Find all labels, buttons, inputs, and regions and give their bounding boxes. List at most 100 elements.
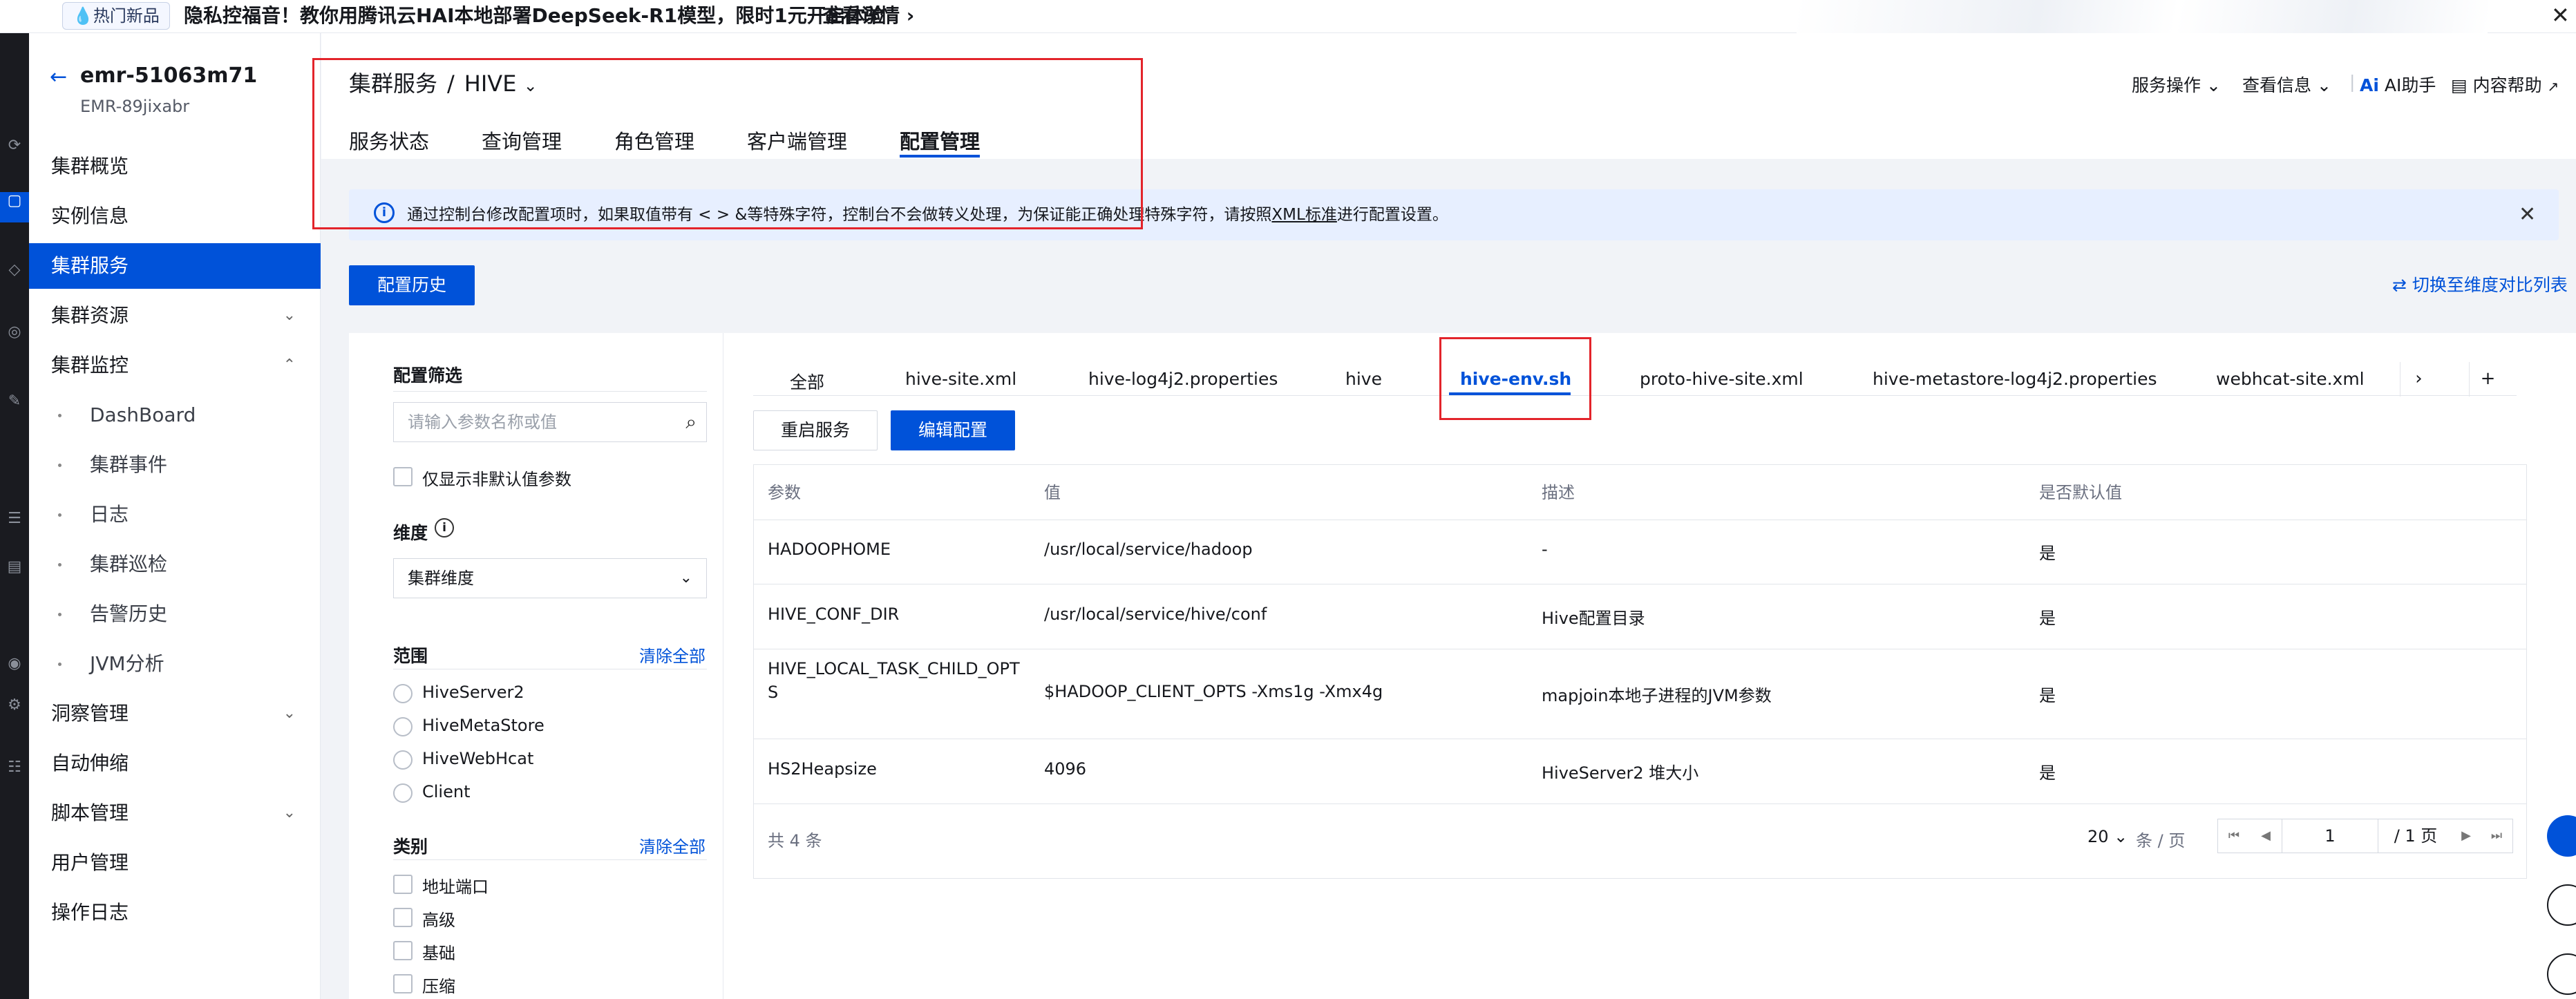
table-cell-desc: Hive配置目录 — [1542, 605, 1645, 629]
page-number-input[interactable]: 1 — [2282, 819, 2378, 853]
first-page-icon[interactable]: ⏮ — [2218, 819, 2250, 853]
non-default-checkbox[interactable] — [393, 467, 413, 486]
back-arrow-icon[interactable]: ← — [50, 65, 67, 89]
sidebar-item-users[interactable]: 用户管理 — [29, 840, 321, 886]
config-table: 参数 值 描述 是否默认值 HADOOPHOME /usr/local/serv… — [753, 464, 2527, 879]
rail-icon[interactable]: ☰ — [0, 510, 29, 531]
file-tab-hive[interactable]: hive — [1345, 369, 1382, 389]
sidebar-item-insight[interactable]: 洞察管理⌄ — [29, 691, 321, 736]
content-help-button[interactable]: ▤ 内容帮助 ↗ — [2451, 72, 2559, 97]
sidebar-item-cluster-resource[interactable]: 集群资源⌄ — [29, 293, 321, 339]
sidebar-item-cluster-service[interactable]: 集群服务 — [29, 243, 321, 289]
dimension-label: 维度 — [393, 520, 428, 544]
table-header — [754, 465, 2526, 520]
chevron-down-icon: ⌄ — [283, 293, 296, 339]
pagination-box: ⏮ ◀ 1 / 1 页 ▶ ⏭ — [2217, 819, 2513, 853]
switch-view-link[interactable]: ⇄ 切换至维度对比列表 — [2392, 272, 2568, 296]
sidebar-item-autoscale[interactable]: 自动伸缩 — [29, 741, 321, 786]
table-cell-desc: mapjoin本地子进程的JVM参数 — [1542, 682, 1772, 706]
total-pages-label: / 1 页 — [2381, 819, 2450, 853]
file-tab-hive-site[interactable]: hive-site.xml — [905, 369, 1016, 389]
sidebar-item-cluster-monitor[interactable]: 集群监控⌃ — [29, 343, 321, 388]
alert-close-icon[interactable]: ✕ — [2519, 189, 2536, 240]
sidebar-item-instance[interactable]: 实例信息 — [29, 193, 321, 239]
rail-icon-active[interactable]: ▢ — [0, 192, 29, 222]
left-rail: ⟳ ▢ ◇ ◎ ✎ ☰ ▤ ◉ ⚙ ☷ — [0, 33, 29, 999]
header-divider: | — [2349, 72, 2355, 92]
table-cell-default: 是 — [2039, 759, 2056, 783]
rail-icon[interactable]: ✎ — [0, 392, 29, 413]
add-tab-icon[interactable]: + — [2469, 362, 2506, 397]
xml-standard-link[interactable]: XML标准 — [1271, 206, 1336, 224]
dimension-value: 集群维度 — [408, 559, 474, 598]
sidebar-sub-dashboard[interactable]: DashBoard — [29, 392, 321, 438]
doc-icon: ▤ — [2451, 75, 2468, 95]
banner-more-link[interactable]: 查看详情 › — [822, 0, 914, 32]
filter-title: 配置筛选 — [393, 362, 462, 387]
next-page-icon[interactable]: ▶ — [2450, 819, 2482, 853]
divider — [393, 391, 707, 392]
rail-icon[interactable]: ◉ — [0, 655, 29, 676]
scope-radio-hiveserver2[interactable] — [393, 684, 413, 703]
sidebar-item-oplog[interactable]: 操作日志 — [29, 890, 321, 935]
file-tab-proto-hive-site[interactable]: proto-hive-site.xml — [1640, 369, 1803, 389]
table-cell-default: 是 — [2039, 540, 2056, 564]
sidebar-sub-alarm-history[interactable]: 告警历史 — [29, 591, 321, 637]
hot-new-tag: 💧热门新品 — [62, 2, 170, 30]
rail-icon[interactable]: ⟳ — [0, 137, 29, 158]
chevron-down-icon: ⌄ — [283, 790, 296, 836]
category-checkbox-address-port[interactable] — [393, 875, 413, 894]
edit-config-button[interactable]: 编辑配置 — [891, 410, 1015, 450]
sidebar-sub-inspection[interactable]: 集群巡检 — [29, 542, 321, 587]
category-checkbox-basic[interactable] — [393, 941, 413, 960]
category-checkbox-advanced[interactable] — [393, 908, 413, 927]
dimension-select[interactable]: 集群维度 ⌄ — [393, 558, 707, 598]
config-history-button[interactable]: 配置历史 — [349, 265, 475, 305]
cluster-id: EMR-89jixabr — [80, 97, 189, 116]
sidebar-item-scripts[interactable]: 脚本管理⌄ — [29, 790, 321, 836]
param-search-input[interactable]: 请输入参数名称或值 ⌕ — [393, 402, 707, 442]
table-cell-param: HS2Heapsize — [768, 759, 877, 779]
sidebar-sub-events[interactable]: 集群事件 — [29, 442, 321, 488]
file-tab-hive-log4j2[interactable]: hive-log4j2.properties — [1088, 369, 1278, 389]
sidebar: ← emr-51063m71 EMR-89jixabr 集群概览 实例信息 集群… — [29, 33, 321, 999]
rail-icon[interactable]: ◎ — [0, 323, 29, 344]
banner-message[interactable]: 隐私控福音！教你用腾讯云HAI本地部署DeepSeek-R1模型，限时1元开启体… — [184, 0, 884, 32]
file-tab-webhcat-site[interactable]: webhcat-site.xml — [2216, 369, 2365, 389]
sidebar-sub-logs[interactable]: 日志 — [29, 492, 321, 537]
restart-service-button[interactable]: 重启服务 — [753, 410, 878, 450]
scope-radio-client[interactable] — [393, 783, 413, 803]
table-cell-param: HIVE_CONF_DIR — [768, 605, 899, 624]
rail-icon[interactable]: ☷ — [0, 759, 29, 779]
table-cell-default: 是 — [2039, 682, 2056, 706]
service-ops-dropdown[interactable]: 服务操作 ⌄ — [2132, 72, 2221, 97]
last-page-icon[interactable]: ⏭ — [2481, 819, 2512, 853]
cluster-name: emr-51063m71 — [80, 64, 257, 88]
search-icon[interactable]: ⌕ — [685, 403, 697, 441]
banner-decoration — [1797, 0, 2488, 33]
info-icon[interactable]: i — [435, 518, 454, 537]
ai-assistant-button[interactable]: Ai AI助手 — [2360, 72, 2436, 97]
table-cell-value: /usr/local/service/hive/conf — [1044, 605, 1267, 624]
search-placeholder: 请输入参数名称或值 — [408, 403, 557, 441]
scope-radio-hivewebhcat[interactable] — [393, 750, 413, 770]
prev-page-icon[interactable]: ◀ — [2250, 819, 2282, 853]
scope-radio-hivemetastore[interactable] — [393, 717, 413, 736]
column-header-param: 参数 — [768, 465, 801, 520]
banner-close-icon[interactable]: ✕ — [2551, 0, 2570, 30]
category-checkbox-compression[interactable] — [393, 974, 413, 993]
file-tab-hive-metastore-log4j2[interactable]: hive-metastore-log4j2.properties — [1873, 369, 2157, 389]
divider — [393, 859, 707, 860]
rail-icon[interactable]: ◇ — [0, 261, 29, 282]
scope-clear-all[interactable]: 清除全部 — [639, 643, 705, 667]
scope-label: 范围 — [393, 643, 428, 667]
view-info-dropdown[interactable]: 查看信息 ⌄ — [2242, 72, 2331, 97]
sidebar-item-overview[interactable]: 集群概览 — [29, 144, 321, 189]
rail-icon[interactable]: ▤ — [0, 558, 29, 579]
category-clear-all[interactable]: 清除全部 — [639, 833, 705, 857]
page-size-select[interactable]: 20 ⌄ — [2087, 827, 2128, 846]
sidebar-sub-jvm[interactable]: JVM分析 — [29, 641, 321, 687]
tabs-next-icon[interactable]: › — [2400, 362, 2437, 397]
file-tab-all[interactable]: 全部 — [790, 369, 824, 394]
rail-icon[interactable]: ⚙ — [0, 696, 29, 717]
